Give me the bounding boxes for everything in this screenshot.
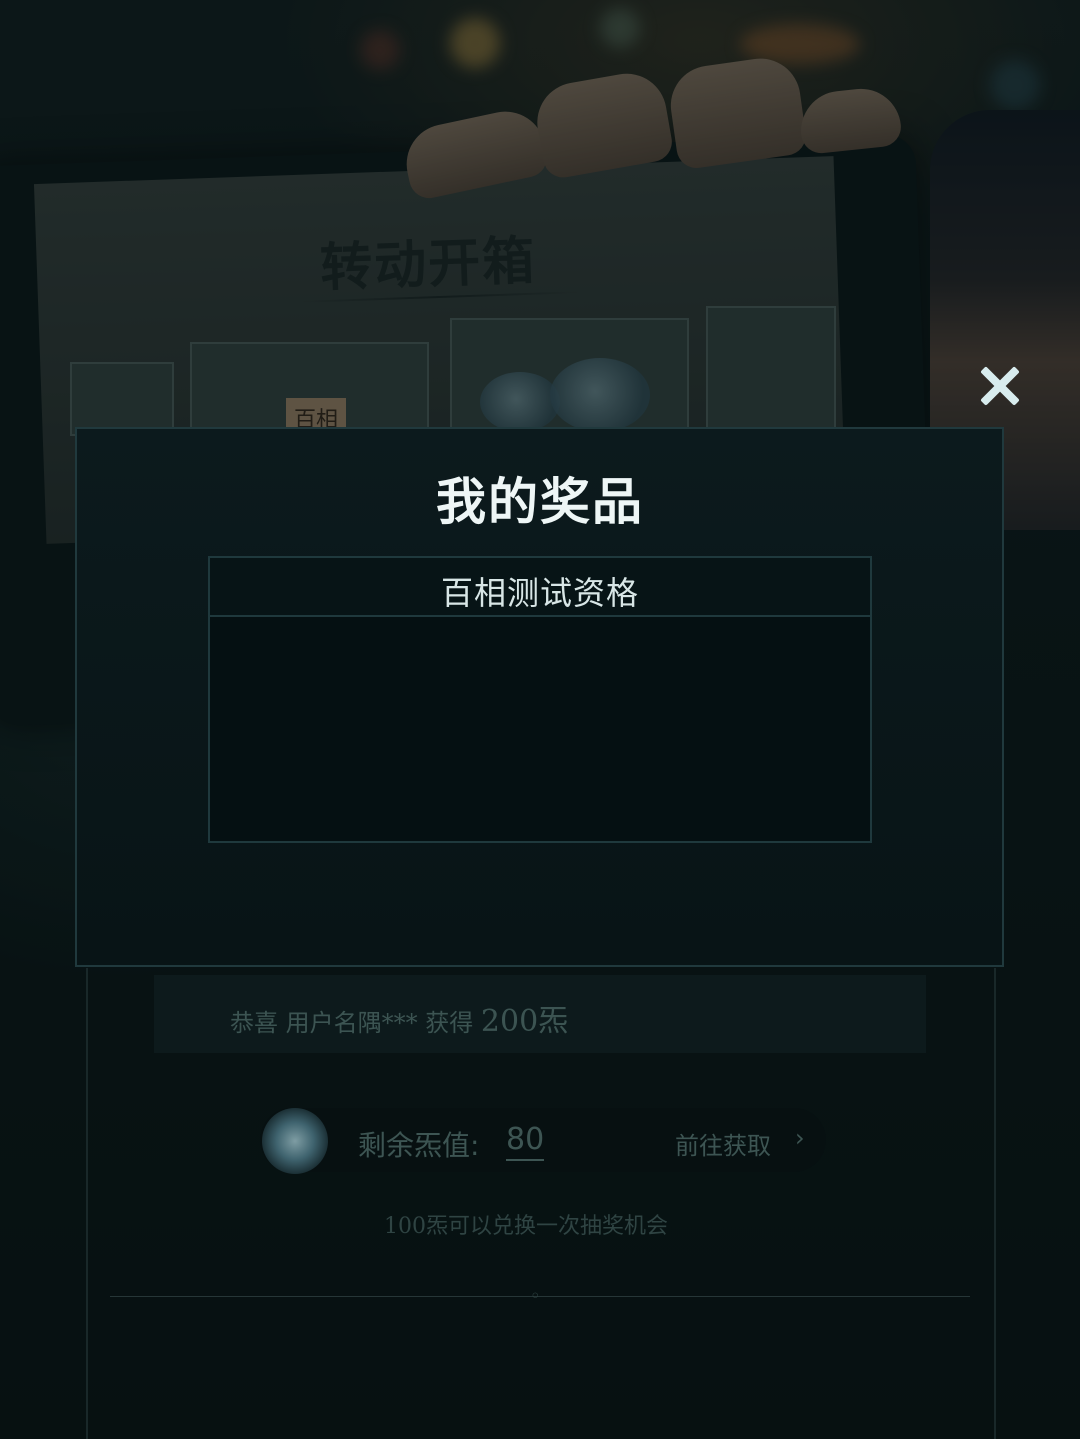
energy-orb-icon bbox=[262, 1108, 328, 1174]
winner-broadcast-text: 恭喜 用户名隅*** 获得 200炁 bbox=[230, 996, 568, 1040]
broadcast-unit: 炁 bbox=[538, 1004, 569, 1039]
broadcast-prefix: 恭喜 用户名隅*** 获得 bbox=[230, 1009, 474, 1037]
get-more-link[interactable]: 前往获取 bbox=[675, 1126, 771, 1161]
modal-title: 我的奖品 bbox=[436, 472, 644, 531]
exchange-note: 100炁可以兑换一次抽奖机会 bbox=[384, 1214, 668, 1239]
close-button[interactable] bbox=[972, 358, 1028, 414]
points-value: 80 bbox=[506, 1122, 545, 1161]
divider-ornament-icon: ◦ bbox=[530, 1286, 541, 1307]
points-label: 剩余炁值: bbox=[358, 1129, 480, 1162]
screen-root: 转动开箱 百相 恭喜 用户名隅*** 获得 200炁 剩余炁值: 80 前往获取… bbox=[0, 0, 1080, 1439]
prize-table: 百相测试资格 bbox=[208, 556, 872, 843]
prize-table-header: 百相测试资格 bbox=[210, 558, 870, 617]
chevron-right-icon: › bbox=[795, 1124, 805, 1152]
prize-table-header-label: 百相测试资格 bbox=[440, 574, 639, 612]
broadcast-amount: 200 bbox=[480, 1004, 539, 1039]
